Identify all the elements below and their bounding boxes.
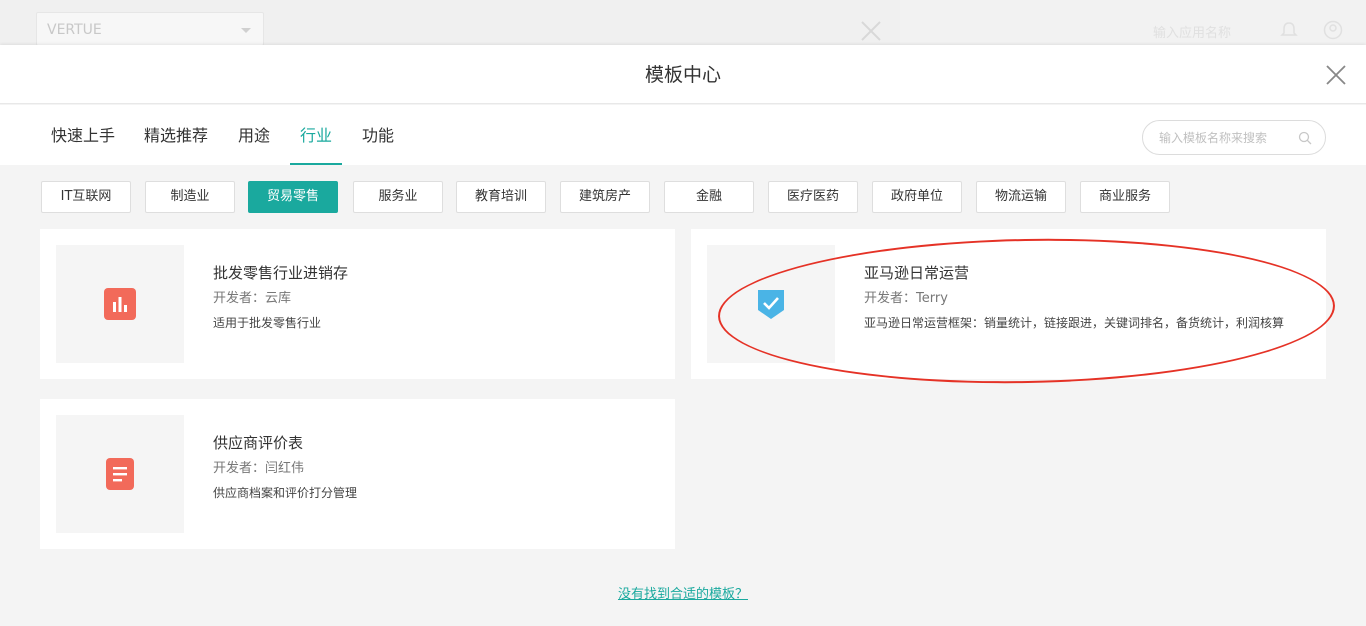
category-services[interactable]: 服务业 — [353, 181, 443, 213]
tab-industry[interactable]: 行业 — [289, 105, 343, 165]
user-icon[interactable] — [1323, 20, 1343, 40]
search-icon[interactable] — [1298, 131, 1312, 145]
category-medical[interactable]: 医疗医药 — [768, 181, 858, 213]
bar-chart-icon — [104, 288, 136, 320]
category-business-services[interactable]: 商业服务 — [1080, 181, 1170, 213]
modal-title: 模板中心 — [644, 64, 721, 86]
template-description: 亚马逊日常运营框架：销量统计，链接跟进，关键词排名，备货统计，利润核算 — [864, 316, 1285, 330]
modal-header: 模板中心 — [0, 45, 1366, 104]
template-thumbnail — [56, 245, 184, 363]
category-finance[interactable]: 金融 — [664, 181, 754, 213]
search-input[interactable] — [1157, 121, 1297, 154]
category-it-internet[interactable]: IT互联网 — [41, 181, 131, 213]
template-card[interactable]: 批发零售行业进销存 开发者：云库 适用于批发零售行业 — [40, 229, 675, 379]
template-card[interactable]: 供应商评价表 开发者：闫红伟 供应商档案和评价打分管理 — [40, 399, 675, 549]
template-title: 供应商评价表 — [213, 434, 304, 452]
app-selector[interactable]: VERTUE — [36, 12, 264, 46]
template-developer: 开发者：Terry — [864, 291, 948, 306]
tab-usage[interactable]: 用途 — [238, 105, 270, 165]
bell-icon[interactable] — [1280, 21, 1298, 39]
tab-featured[interactable]: 精选推荐 — [144, 105, 208, 165]
template-center-modal: 模板中心 快速上手 精选推荐 用途 行业 功能 IT互联网 制造业 贸易零售 服… — [0, 45, 1366, 626]
template-description: 供应商档案和评价打分管理 — [213, 486, 358, 500]
document-icon — [106, 458, 134, 490]
template-description: 适用于批发零售行业 — [213, 316, 322, 330]
category-government[interactable]: 政府单位 — [872, 181, 962, 213]
template-card[interactable]: 亚马逊日常运营 开发者：Terry 亚马逊日常运营框架：销量统计，链接跟进，关键… — [691, 229, 1326, 379]
close-icon[interactable] — [860, 20, 882, 42]
template-title: 批发零售行业进销存 — [213, 264, 349, 282]
category-trade-retail[interactable]: 贸易零售 — [248, 181, 338, 213]
template-not-found-link[interactable]: 没有找到合适的模板？ — [0, 583, 1366, 602]
tab-quick-start[interactable]: 快速上手 — [51, 105, 115, 165]
tab-function[interactable]: 功能 — [362, 105, 394, 165]
app-selector-value: VERTUE — [47, 22, 102, 38]
category-manufacturing[interactable]: 制造业 — [145, 181, 235, 213]
caret-down-icon — [241, 28, 251, 33]
template-thumbnail — [707, 245, 835, 363]
template-developer: 开发者：云库 — [213, 291, 292, 306]
shield-check-icon — [758, 290, 784, 319]
background-search-placeholder: 输入应用名称 — [1153, 26, 1232, 41]
tabs-bar: 快速上手 精选推荐 用途 行业 功能 — [0, 105, 1366, 165]
category-logistics[interactable]: 物流运输 — [976, 181, 1066, 213]
template-title: 亚马逊日常运营 — [864, 264, 970, 282]
category-education[interactable]: 教育培训 — [456, 181, 546, 213]
template-developer: 开发者：闫红伟 — [213, 461, 305, 476]
template-search — [1142, 120, 1326, 155]
category-construction-realestate[interactable]: 建筑房产 — [560, 181, 650, 213]
template-thumbnail — [56, 415, 184, 533]
close-icon[interactable] — [1325, 64, 1347, 86]
